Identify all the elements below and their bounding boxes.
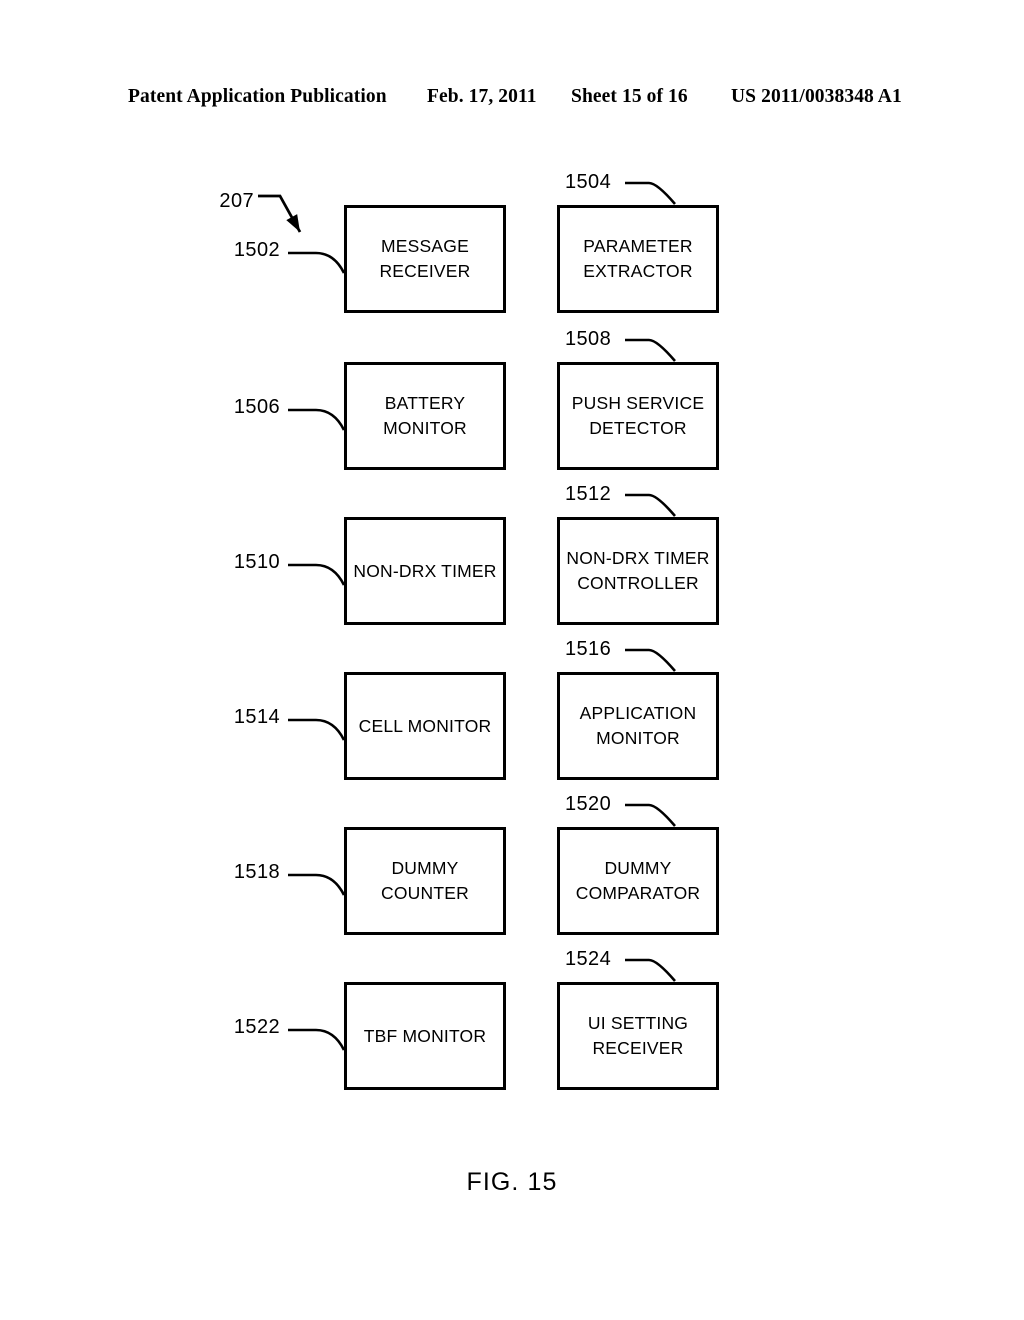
block-label: APPLICATION MONITOR	[579, 703, 697, 748]
block-1504: PARAMETER EXTRACTOR	[557, 205, 719, 313]
leader-line	[625, 493, 676, 517]
reference-numeral-1516: 1516	[565, 638, 612, 660]
reference-numeral-1508: 1508	[565, 328, 612, 350]
block-label: CELL MONITOR	[358, 715, 492, 736]
reference-numeral-1522: 1522	[233, 1016, 280, 1038]
reference-numeral-1514: 1514	[233, 706, 280, 728]
block-label: MESSAGE RECEIVER	[379, 236, 471, 281]
block-1514: CELL MONITOR	[344, 672, 506, 780]
leader-line	[288, 251, 346, 274]
reference-numeral-1510: 1510	[233, 551, 280, 573]
block-1506: BATTERY MONITOR	[344, 362, 506, 470]
block-label: TBF MONITOR	[363, 1025, 487, 1046]
block-label: DUMMY COUNTER	[381, 858, 469, 903]
reference-numeral-1504: 1504	[565, 171, 612, 193]
block-label: PUSH SERVICE DETECTOR	[571, 393, 705, 438]
block-1510: NON-DRX TIMER	[344, 517, 506, 625]
leader-lines-layer	[258, 181, 676, 1051]
block-label: NON-DRX TIMER	[353, 560, 497, 581]
block-label: DUMMY COMPARATOR	[575, 858, 701, 903]
leader-line	[288, 873, 346, 896]
leader-line	[288, 718, 346, 741]
leader-line	[288, 408, 346, 431]
reference-numeral-1502: 1502	[233, 239, 280, 261]
leader-line	[288, 1028, 346, 1051]
reference-numeral-1518: 1518	[233, 861, 280, 883]
assembly-arrowhead-icon	[286, 214, 300, 232]
leader-line	[625, 338, 676, 362]
patent-figure-page: Patent Application Publication Feb. 17, …	[0, 0, 1024, 1320]
assembly-reference-numeral: 207	[219, 190, 254, 212]
block-label: BATTERY MONITOR	[383, 393, 467, 438]
block-1502: MESSAGE RECEIVER	[344, 205, 506, 313]
leader-line	[288, 563, 346, 586]
leader-line	[625, 803, 676, 827]
block-label: NON-DRX TIMER CONTROLLER	[566, 548, 710, 593]
block-1508: PUSH SERVICE DETECTOR	[557, 362, 719, 470]
leader-line	[625, 181, 676, 205]
block-1522: TBF MONITOR	[344, 982, 506, 1090]
reference-numeral-1512: 1512	[565, 483, 612, 505]
block-label: UI SETTING RECEIVER	[587, 1013, 689, 1058]
block-label: PARAMETER EXTRACTOR	[583, 236, 693, 281]
reference-numeral-1524: 1524	[565, 948, 612, 970]
block-1512: NON-DRX TIMER CONTROLLER	[557, 517, 719, 625]
block-1518: DUMMY COUNTER	[344, 827, 506, 935]
reference-numeral-1506: 1506	[233, 396, 280, 418]
block-1524: UI SETTING RECEIVER	[557, 982, 719, 1090]
leader-line	[258, 194, 302, 233]
leader-line	[625, 958, 676, 982]
block-diagram: 207 MESSAGE RECEIVER 1502 PARAMETER EXTRAC…	[0, 0, 1024, 1320]
block-1520: DUMMY COMPARATOR	[557, 827, 719, 935]
reference-numeral-1520: 1520	[565, 793, 612, 815]
block-1516: APPLICATION MONITOR	[557, 672, 719, 780]
leader-line	[625, 648, 676, 672]
figure-caption: FIG. 15	[466, 1168, 558, 1196]
